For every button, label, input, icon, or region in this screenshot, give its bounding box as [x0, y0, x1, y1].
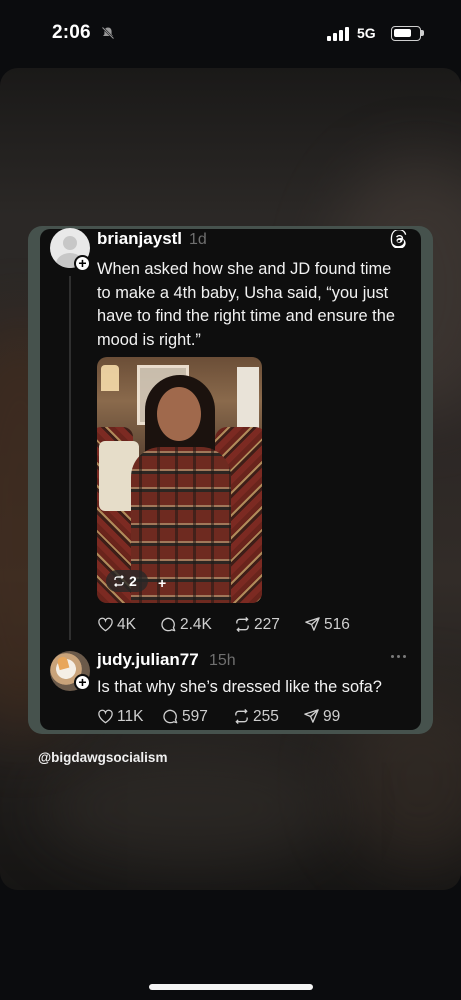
muted-bell-icon	[101, 26, 115, 40]
reply-repost-button[interactable]: 255	[233, 707, 288, 727]
follow-plus-icon[interactable]: +	[74, 674, 91, 691]
reply-share-count: 99	[323, 708, 341, 725]
battery-icon	[391, 26, 424, 41]
thread-connector-line	[69, 276, 71, 640]
reply-timestamp: 15h	[209, 652, 236, 669]
reply-share-button[interactable]: 99	[303, 707, 353, 727]
heart-icon	[98, 709, 113, 724]
reply-username[interactable]: judy.julian77	[97, 650, 199, 670]
reply-comment-button[interactable]: 597	[162, 707, 217, 727]
repost-button[interactable]: 227	[234, 615, 289, 635]
like-count: 4K	[117, 616, 136, 633]
post-image[interactable]	[97, 357, 262, 603]
reply-comment-count: 597	[182, 708, 208, 725]
more-options-icon[interactable]	[390, 655, 408, 661]
image-repost-badge[interactable]: 2	[106, 570, 148, 592]
network-label: 5G	[357, 25, 376, 41]
repost-count: 227	[254, 616, 280, 633]
heart-icon	[98, 617, 113, 632]
repost-icon	[114, 575, 124, 587]
comment-button[interactable]: 2.4K	[160, 615, 220, 635]
share-count: 516	[324, 616, 350, 633]
home-indicator[interactable]	[149, 984, 313, 990]
share-button[interactable]: 516	[304, 615, 359, 635]
repost-icon	[235, 708, 248, 725]
send-icon	[304, 709, 319, 723]
image-add-icon[interactable]: +	[158, 575, 166, 591]
repost-icon	[236, 616, 249, 633]
image-repost-count: 2	[129, 573, 137, 589]
post-text: When asked how she and JD found time to …	[97, 260, 395, 349]
comment-count: 2.4K	[180, 616, 212, 633]
reply-text: Is that why she’s dressed like the sofa?	[97, 678, 382, 696]
threads-logo-icon	[390, 230, 407, 248]
follow-plus-icon[interactable]: +	[74, 255, 91, 272]
like-button[interactable]: 4K	[97, 615, 147, 635]
reply-like-button[interactable]: 11K	[97, 707, 147, 727]
comment-icon	[163, 709, 178, 724]
post-username[interactable]: brianjaystl	[97, 229, 182, 249]
status-time: 2:06	[52, 22, 91, 43]
watermark-handle: @bigdawgsocialism	[38, 750, 168, 765]
comment-icon	[161, 617, 176, 632]
reply-like-count: 11K	[117, 708, 144, 725]
signal-icon	[327, 27, 351, 41]
reply-repost-count: 255	[253, 708, 279, 725]
status-bar: 2:06 5G	[0, 0, 461, 68]
send-icon	[305, 617, 320, 631]
post-timestamp: 1d	[189, 231, 207, 248]
